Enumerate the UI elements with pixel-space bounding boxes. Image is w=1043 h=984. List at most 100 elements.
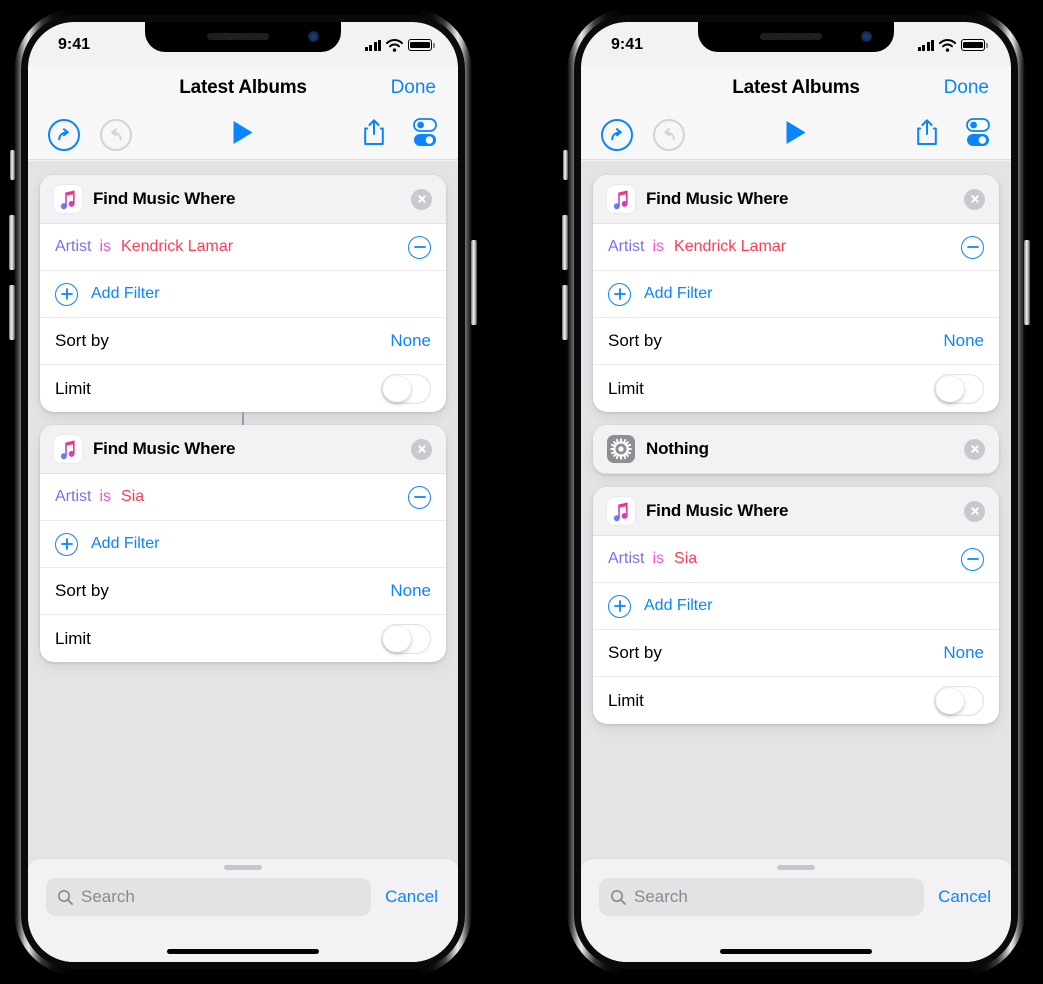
done-button[interactable]: Done (944, 77, 989, 99)
sort-by-value[interactable]: None (943, 643, 984, 663)
volume-down-button[interactable] (562, 285, 568, 340)
silent-switch[interactable] (10, 150, 15, 180)
settings-button[interactable] (410, 117, 440, 152)
action-card[interactable]: Find Music Where Artist is Kendrick Lamar Ad… (593, 175, 999, 412)
redo-button (653, 118, 685, 151)
share-button[interactable] (915, 118, 939, 151)
search-input[interactable]: Search (46, 878, 372, 916)
share-icon[interactable] (362, 118, 386, 151)
add-filter-row[interactable]: Add Filter (40, 521, 446, 568)
sort-by-value[interactable]: None (390, 581, 431, 601)
add-filter-row[interactable]: Add Filter (593, 271, 999, 318)
plus-icon[interactable] (608, 282, 631, 306)
iphone-left: 9:41 Latest Albums Done Find Music Where Art… (8, 0, 478, 984)
phone-screen: 9:41 Latest Albums Done Find Music Where Art… (28, 22, 458, 962)
minus-icon[interactable] (408, 485, 431, 509)
filter-row[interactable]: Artist is Sia (593, 536, 999, 583)
limit-row[interactable]: Limit (40, 615, 446, 662)
play-button[interactable] (785, 120, 808, 150)
limit-label: Limit (608, 378, 644, 398)
action-card[interactable]: Find Music Where Artist is Kendrick Lamar Ad… (40, 175, 446, 412)
search-input[interactable]: Search (599, 878, 925, 916)
cancel-button[interactable]: Cancel (385, 887, 438, 907)
volume-up-button[interactable] (9, 215, 15, 270)
close-icon[interactable] (964, 438, 985, 460)
action-card[interactable]: Find Music Where Artist is Sia Add Filter Sor… (593, 487, 999, 724)
sort-by-value[interactable]: None (390, 331, 431, 351)
undo-icon[interactable] (48, 118, 80, 151)
sort-by-row[interactable]: Sort by None (593, 318, 999, 365)
card-header[interactable]: Find Music Where (40, 425, 446, 474)
shortcut-canvas[interactable]: Find Music Where Artist is Kendrick Lamar Ad… (581, 161, 1011, 962)
minus-icon[interactable] (408, 235, 431, 259)
limit-toggle[interactable] (934, 685, 984, 716)
plus-icon[interactable] (608, 594, 631, 618)
undo-icon[interactable] (601, 118, 633, 151)
shortcut-canvas[interactable]: Find Music Where Artist is Kendrick Lamar Ad… (28, 161, 458, 962)
limit-toggle[interactable] (381, 623, 431, 654)
add-filter-row[interactable]: Add Filter (40, 271, 446, 318)
filter-value: Kendrick Lamar (674, 238, 787, 255)
volume-up-button[interactable] (562, 215, 568, 270)
sort-by-value[interactable]: None (943, 331, 984, 351)
card-header[interactable]: Find Music Where (593, 487, 999, 536)
close-icon[interactable] (964, 500, 985, 522)
search-icon (610, 889, 626, 905)
limit-toggle[interactable] (934, 373, 984, 404)
card-header[interactable]: Find Music Where (593, 175, 999, 224)
sort-by-row[interactable]: Sort by None (40, 318, 446, 365)
limit-row[interactable]: Limit (40, 365, 446, 412)
filter-row[interactable]: Artist is Kendrick Lamar (40, 224, 446, 271)
share-icon[interactable] (915, 118, 939, 151)
filter-attribute: Artist (608, 238, 645, 255)
volume-down-button[interactable] (9, 285, 15, 340)
filter-operator: is (652, 550, 665, 567)
settings-button[interactable] (963, 117, 993, 152)
plus-icon[interactable] (55, 282, 78, 306)
plus-icon[interactable] (55, 532, 78, 556)
limit-row[interactable]: Limit (593, 365, 999, 412)
filter-expression: Artist is Sia (55, 488, 408, 506)
sort-by-row[interactable]: Sort by None (593, 630, 999, 677)
silent-switch[interactable] (563, 150, 568, 180)
close-icon[interactable] (964, 188, 985, 210)
close-icon[interactable] (411, 438, 432, 460)
side-button[interactable] (1024, 240, 1030, 325)
undo-button[interactable] (48, 118, 80, 151)
undo-button[interactable] (601, 118, 633, 151)
toggles-icon[interactable] (410, 117, 440, 152)
play-icon[interactable] (785, 120, 808, 150)
add-filter-label: Add Filter (91, 285, 160, 302)
add-filter-label: Add Filter (644, 285, 713, 302)
limit-row[interactable]: Limit (593, 677, 999, 724)
minus-icon[interactable] (961, 547, 984, 571)
add-filter-row[interactable]: Add Filter (593, 583, 999, 630)
signal-bars-icon (364, 39, 381, 51)
redo-icon (100, 118, 132, 151)
card-header[interactable]: Nothing (593, 425, 999, 474)
minus-icon[interactable] (961, 235, 984, 259)
filter-row[interactable]: Artist is Kendrick Lamar (593, 224, 999, 271)
sort-by-label: Sort by (55, 331, 109, 350)
filter-row[interactable]: Artist is Sia (40, 474, 446, 521)
apple-music-icon (607, 185, 635, 213)
action-card[interactable]: Find Music Where Artist is Sia Add Filter Sor… (40, 425, 446, 662)
close-icon[interactable] (411, 188, 432, 210)
action-card[interactable]: Nothing (593, 425, 999, 474)
limit-toggle[interactable] (381, 373, 431, 404)
share-button[interactable] (362, 118, 386, 151)
done-button[interactable]: Done (391, 77, 436, 99)
play-button[interactable] (232, 120, 255, 150)
cancel-button[interactable]: Cancel (938, 887, 991, 907)
home-indicator[interactable] (720, 949, 872, 954)
screenshot-stage: 9:41 Latest Albums Done Find Music Where Art… (0, 0, 1043, 984)
side-button[interactable] (471, 240, 477, 325)
home-indicator[interactable] (167, 949, 319, 954)
filter-attribute: Artist (608, 550, 645, 567)
toggles-icon[interactable] (963, 117, 993, 152)
sort-by-row[interactable]: Sort by None (40, 568, 446, 615)
apple-music-icon (607, 497, 635, 525)
play-icon[interactable] (232, 120, 255, 150)
card-header[interactable]: Find Music Where (40, 175, 446, 224)
sort-by-label: Sort by (55, 581, 109, 600)
